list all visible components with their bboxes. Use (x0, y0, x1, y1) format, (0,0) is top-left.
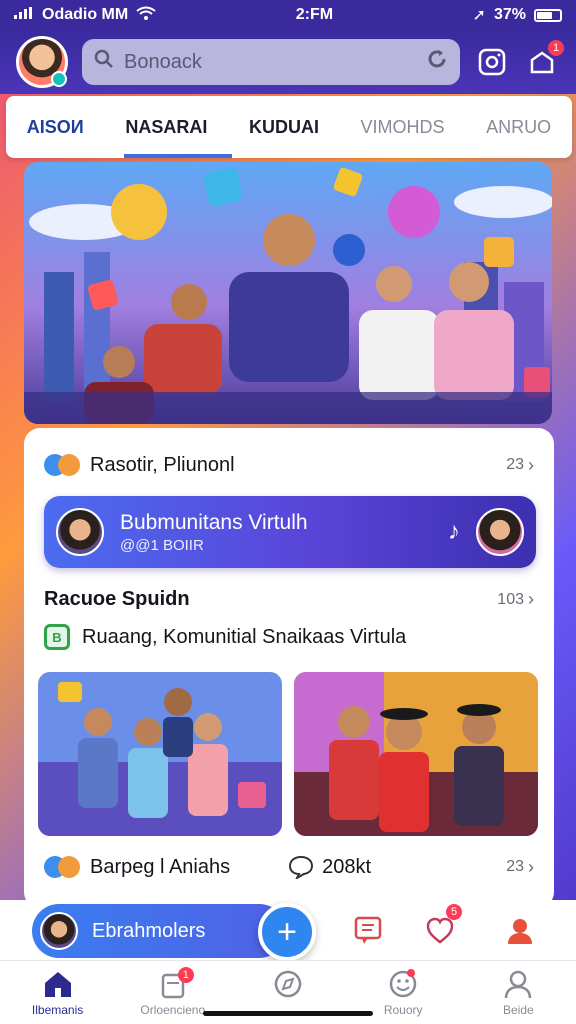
online-indicator (51, 71, 67, 87)
nav-cards-badge: 1 (177, 967, 194, 983)
nav-cards[interactable]: 1 Orloencieno (118, 967, 228, 1017)
section-title: Racuoe Spuidn (44, 588, 190, 610)
nav-home[interactable]: Ilbemanis (3, 969, 113, 1017)
carrier-label: Odadio MM (42, 6, 129, 23)
top-bar: Bonoack 1 (0, 30, 576, 94)
nav-story[interactable]: Rouory (348, 969, 458, 1017)
refresh-icon[interactable] (426, 48, 448, 76)
avatar[interactable] (16, 36, 68, 88)
section-title: Rasotir, Pliunonl (90, 453, 235, 476)
group-logo-icon (44, 452, 82, 478)
search-input[interactable]: Bonoack (82, 39, 460, 85)
category-tabs: AISOИ NASARAI KUDUAI VIMOHDS ANRUO (6, 96, 572, 158)
host-avatar (56, 508, 104, 556)
comment-icon (289, 855, 314, 879)
person-icon (505, 970, 532, 999)
create-button[interactable]: + (258, 903, 316, 961)
nav-cards-label: Orloencieno (140, 1003, 206, 1017)
comment-count: 208kt (322, 855, 372, 878)
nav-profile[interactable]: Beide (463, 969, 573, 1017)
room-thumbnail-1[interactable] (38, 672, 282, 836)
section-footer-row: Barpeg l Aniahs 208kt 23 › (44, 854, 534, 880)
nav-story-label: Rouory (383, 1003, 423, 1017)
profile-shortcut-button[interactable] (500, 910, 540, 950)
nav-profile-label: Beide (502, 1003, 534, 1017)
banner-subtitle: @@1 BOIIR (120, 536, 204, 554)
tab-1[interactable]: AISOИ (17, 96, 94, 158)
emoji-icon (389, 969, 417, 998)
community-subtitle-row: B Ruaang, Komunitial Snaikaas Virtula (44, 624, 534, 650)
home-icon (44, 972, 71, 997)
chevron-right-icon: › (528, 454, 534, 475)
user-group-icon (508, 919, 532, 944)
battery-label: 37% (493, 6, 526, 23)
camera-icon (478, 48, 506, 76)
nav-explore[interactable] (233, 969, 343, 1003)
home-indicator (203, 1011, 373, 1016)
clock: 2:FM (295, 6, 334, 23)
music-note-icon: ♪ (448, 518, 460, 545)
location-icon: ➚ (472, 7, 486, 24)
search-placeholder: Bonoack (124, 50, 202, 73)
gift-badge: 5 (446, 904, 462, 920)
section-count: 23 (506, 456, 524, 473)
message-button[interactable] (348, 910, 388, 950)
signal-icon (14, 6, 34, 24)
content-card: Rasotir, Pliunonl 23 › Bubmunitans Virtu… (24, 428, 554, 908)
thumbnail-title[interactable]: Barpeg l Aniahs (90, 856, 230, 879)
notifications-button[interactable]: 1 (524, 40, 564, 80)
featured-room-banner[interactable]: Bubmunitans Virtulh @@1 BOIIR ♪ (44, 496, 536, 568)
compass-icon (274, 970, 302, 998)
section-header-2[interactable]: Racuoe Spuidn 103 › (44, 588, 534, 611)
tab-3[interactable]: KUDUAI (239, 96, 329, 158)
section-count: 103 (497, 590, 524, 608)
message-icon (354, 916, 382, 944)
community-subtitle: Ruaang, Komunitial Snaikaas Virtula (82, 625, 407, 648)
chevron-right-icon: › (528, 856, 534, 877)
battery-icon (533, 8, 562, 22)
tab-2[interactable]: NASARAI (115, 96, 217, 158)
comments-link[interactable]: 208kt (288, 855, 371, 879)
nav-home-label: Ilbemanis (31, 1003, 84, 1017)
gift-button[interactable]: 5 (420, 904, 462, 950)
room-thumbnail-2[interactable] (294, 672, 538, 836)
camera-button[interactable] (474, 44, 510, 80)
status-bar: Odadio MM 2:FM ➚ 37% (0, 0, 576, 30)
section-header-1[interactable]: Rasotir, Pliunonl 23 › (44, 452, 534, 478)
section-count: 23 (506, 858, 524, 875)
notification-badge: 1 (548, 40, 564, 56)
live-room-pill[interactable]: Ebrahmolers (32, 904, 286, 958)
pill-label: Ebrahmolers (92, 919, 206, 942)
tab-5[interactable]: ANRUO (476, 96, 561, 158)
wifi-icon (136, 6, 156, 25)
pill-avatar (40, 912, 78, 950)
group-logo-icon (44, 854, 82, 880)
banner-title: Bubmunitans Virtulh (120, 510, 308, 534)
hero-banner-image[interactable] (24, 162, 552, 424)
search-icon (94, 49, 114, 75)
chevron-right-icon: › (528, 589, 534, 609)
guest-avatar (476, 508, 524, 556)
tab-4[interactable]: VIMOHDS (351, 96, 455, 158)
active-tab-indicator (124, 154, 232, 158)
community-icon: B (44, 624, 70, 650)
